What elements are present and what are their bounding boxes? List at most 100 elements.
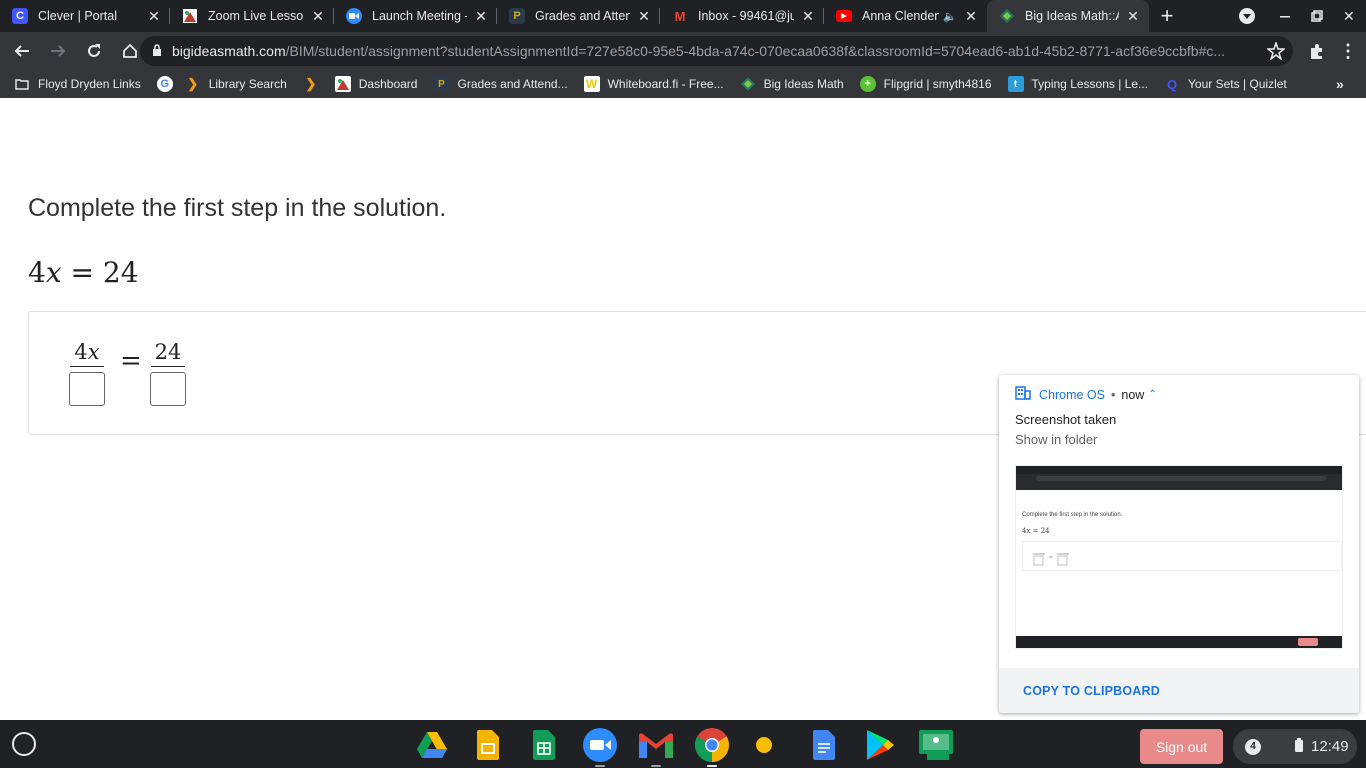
thumbnail-signout <box>1298 638 1318 646</box>
equation-coefficient: 4 <box>28 256 46 289</box>
menu-icon[interactable]: ⋮ <box>1332 35 1364 67</box>
bookmark-label: Library Search <box>208 77 287 91</box>
play-store-icon[interactable] <box>862 728 898 762</box>
bookmark-label: Whiteboard.fi - Free... <box>607 77 724 91</box>
given-equation: 4x = 24 <box>28 256 139 289</box>
question-prompt: Complete the first step in the solution. <box>28 194 447 222</box>
minimize-icon[interactable] <box>1279 0 1291 32</box>
powerschool-icon: P <box>509 8 525 24</box>
right-numerator: 24 <box>150 340 186 367</box>
tab-big-ideas-math[interactable]: Big Ideas Math::Ac ✕ <box>987 0 1149 32</box>
notification-count-badge: 4 <box>1245 738 1261 755</box>
launcher-icon[interactable] <box>12 732 36 756</box>
tab-title: Grades and Attend <box>535 9 630 23</box>
close-icon[interactable]: ✕ <box>963 8 979 24</box>
bookmark-quizlet[interactable]: Q Your Sets | Quizlet <box>1164 76 1287 92</box>
equals-sign: = <box>120 346 142 376</box>
keep-icon[interactable] <box>750 728 786 762</box>
right-denominator-input[interactable] <box>150 372 186 406</box>
youtube-icon <box>836 10 852 22</box>
thumbnail-equation: 4x = 24 <box>1022 527 1050 535</box>
close-icon[interactable]: ✕ <box>636 8 652 24</box>
tab-title: Inbox - 99461@jur <box>698 9 794 23</box>
back-icon[interactable] <box>6 35 38 67</box>
bookmark-whiteboard[interactable]: W Whiteboard.fi - Free... <box>583 76 724 92</box>
close-icon[interactable]: ✕ <box>1125 8 1141 24</box>
bookmark-grades-attendance[interactable]: P Grades and Attend... <box>433 76 568 92</box>
reload-icon[interactable] <box>78 35 110 67</box>
left-denominator-input[interactable] <box>69 372 105 406</box>
thumbnail-browser-chrome <box>1016 466 1342 490</box>
sign-out-button[interactable]: Sign out <box>1140 729 1223 764</box>
library-icon: ❯ <box>187 76 199 91</box>
docs-icon[interactable] <box>806 728 842 762</box>
sheets-icon[interactable] <box>526 728 562 762</box>
close-icon[interactable]: ✕ <box>146 8 162 24</box>
browser-toolbar: bigideasmath.com/BIM/student/assignment?… <box>0 32 1366 70</box>
left-numerator: 4x <box>70 340 104 367</box>
restore-icon[interactable] <box>1311 0 1323 32</box>
show-in-folder-link[interactable]: Show in folder <box>1015 432 1097 447</box>
clock: 12:49 <box>1311 738 1349 755</box>
new-tab-button[interactable]: + <box>1149 0 1185 32</box>
bookmark-label: Floyd Dryden Links <box>38 77 141 91</box>
library-icon: ❯ <box>305 76 317 91</box>
bookmark-typing-lessons[interactable]: t Typing Lessons | Le... <box>1007 76 1148 92</box>
bim-icon <box>999 8 1015 24</box>
gmail-icon[interactable] <box>638 728 674 767</box>
running-indicator <box>651 765 661 767</box>
chevron-up-icon[interactable]: ⌃ <box>1148 389 1156 400</box>
numerator-coefficient: 4 <box>74 340 88 364</box>
close-icon[interactable]: ✕ <box>310 8 326 24</box>
extensions-icon[interactable] <box>1300 35 1332 67</box>
zoom-icon[interactable] <box>582 728 618 767</box>
powerschool-icon: P <box>433 76 450 92</box>
close-window-icon[interactable]: ✕ <box>1343 0 1355 32</box>
more-bookmarks-icon[interactable]: » <box>1336 76 1344 92</box>
close-icon[interactable]: ✕ <box>800 8 816 24</box>
typing-icon: t <box>1007 76 1024 92</box>
tab-title: Launch Meeting - Z <box>372 9 467 23</box>
screenshot-thumbnail[interactable]: Complete the first step in the solution.… <box>1015 465 1343 649</box>
forward-icon[interactable] <box>42 35 74 67</box>
system-shelf: Sign out 4 12:49 <box>0 720 1366 768</box>
battery-icon <box>1295 737 1303 756</box>
close-icon[interactable]: ✕ <box>473 8 489 24</box>
tab-clever[interactable]: C Clever | Portal ✕ <box>0 0 170 32</box>
tab-search-icon[interactable] <box>1238 0 1256 32</box>
lock-icon <box>152 43 162 59</box>
flipgrid-icon: + <box>859 76 876 92</box>
bookmark-dashboard[interactable]: Dashboard <box>334 76 417 92</box>
audio-playing-icon[interactable]: 🔈 <box>943 10 957 23</box>
tab-launch-meeting[interactable]: Launch Meeting - Z ✕ <box>334 0 497 32</box>
zoom-icon <box>346 8 362 24</box>
notification-header: Chrome OS • now ⌃ <box>1015 386 1157 403</box>
tab-inbox[interactable]: M Inbox - 99461@jur ✕ <box>660 0 824 32</box>
right-fraction: 24 <box>150 340 186 406</box>
url-path: /BIM/student/assignment?studentAssignmen… <box>285 43 1226 59</box>
status-tray[interactable]: 4 12:49 <box>1233 729 1357 764</box>
bookmark-star-icon[interactable] <box>1260 35 1292 67</box>
bookmark-library-search[interactable]: ❯ Library Search <box>185 76 287 92</box>
chrome-icon[interactable] <box>694 728 730 767</box>
bookmark-library[interactable]: ❯ <box>303 76 319 92</box>
chrome-os-icon <box>1015 386 1031 403</box>
slides-icon[interactable] <box>470 728 506 762</box>
thumbnail-shelf <box>1016 636 1342 648</box>
tab-youtube[interactable]: Anna Clenden 🔈 ✕ <box>824 0 987 32</box>
bookmark-flipgrid[interactable]: + Flipgrid | smyth4816 <box>859 76 992 92</box>
numerator-variable: x <box>87 340 100 364</box>
left-fraction: 4x <box>69 340 105 406</box>
bookmark-big-ideas-math[interactable]: Big Ideas Math <box>740 76 844 92</box>
bookmark-google[interactable]: G <box>156 76 173 92</box>
bookmark-floyd-dryden-links[interactable]: Floyd Dryden Links <box>14 76 141 92</box>
notification-title: Screenshot taken <box>1015 412 1117 427</box>
tab-grades-attendance[interactable]: P Grades and Attend ✕ <box>497 0 660 32</box>
tab-zoom-live-lesson[interactable]: Zoom Live Lesson ✕ <box>170 0 334 32</box>
folder-icon <box>14 76 30 92</box>
address-bar[interactable]: bigideasmath.com/BIM/student/assignment?… <box>140 36 1293 66</box>
running-indicator <box>707 765 717 767</box>
drive-icon[interactable] <box>414 728 450 762</box>
classroom-icon[interactable] <box>918 728 954 762</box>
copy-to-clipboard-button[interactable]: COPY TO CLIPBOARD <box>999 668 1359 713</box>
